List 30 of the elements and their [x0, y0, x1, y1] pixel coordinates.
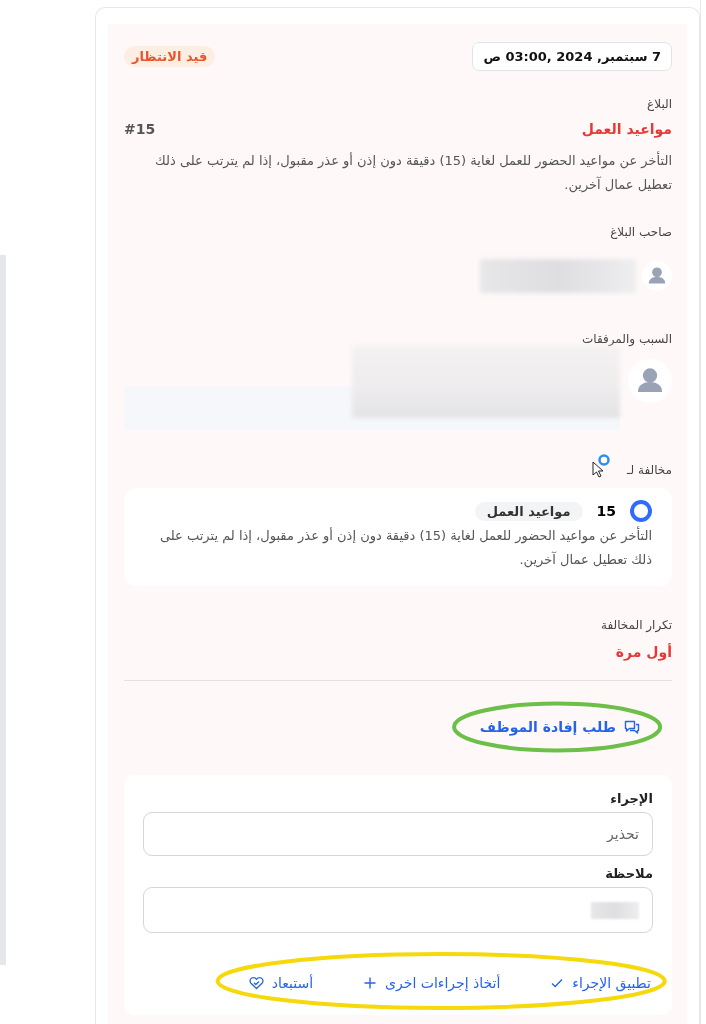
- date-badge: 7 سبتمبر, 2024 ,03:00 ص: [472, 42, 672, 71]
- report-description: التأخر عن مواعيد الحضور للعمل لغاية (15) دقيقة دون إذن أو عذر مقبول، إذا لم يترتب على ذلك تعطيل عمال آخرين.: [154, 150, 672, 195]
- violation-description: التأخر عن مواعيد الحضور للعمل لغاية (15) دقيقة دون إذن أو عذر مقبول، إذا لم يترتب على ذلك تعطيل عمال آخرين.: [158, 525, 652, 570]
- section-label: السبب والمرفقات: [580, 332, 672, 346]
- violation-number: 15: [596, 503, 616, 519]
- check-icon: [550, 976, 565, 990]
- action-field[interactable]: تحذير: [143, 812, 653, 856]
- user-avatar-icon: [642, 261, 672, 291]
- status-badge: قيد الانتظار: [124, 46, 216, 67]
- category-tag: مواعيد العمل: [474, 501, 583, 521]
- exclude-button[interactable]: أستبعاد: [246, 971, 316, 995]
- plus-icon: [363, 976, 378, 990]
- section-label: البلاغ: [646, 97, 672, 111]
- field-label: الإجراء: [609, 791, 653, 806]
- chat-icon: [624, 719, 640, 735]
- blurred-text: [591, 901, 639, 919]
- heart-check-icon: [248, 976, 264, 990]
- more-actions-button[interactable]: أتخاذ إجراءات اخرى: [361, 971, 503, 995]
- apply-button[interactable]: تطبيق الإجراء: [548, 971, 653, 995]
- report-number: #15: [124, 121, 156, 137]
- user-avatar-icon: [628, 359, 672, 403]
- radio-button[interactable]: [630, 500, 652, 522]
- section-label: تكرار المخالفة: [599, 618, 672, 632]
- field-label: ملاحظة: [604, 866, 653, 881]
- cursor-icon: [591, 454, 611, 478]
- section-label: مخالفة لـ: [627, 463, 672, 477]
- repetition-value: أول مرة: [614, 644, 672, 660]
- section-label: صاحب البلاغ: [609, 225, 672, 239]
- note-field[interactable]: [143, 887, 653, 933]
- report-title: مواعيد العمل: [581, 121, 672, 137]
